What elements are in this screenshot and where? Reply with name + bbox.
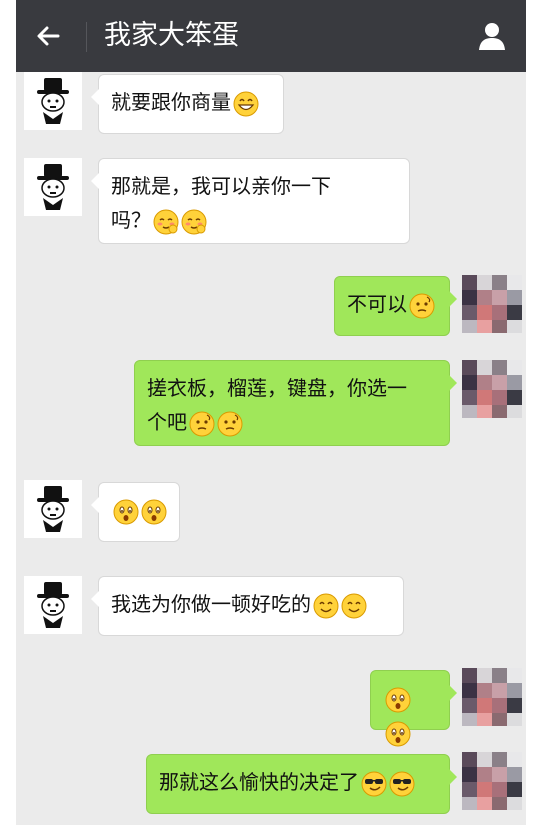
contact-avatar[interactable] [24,158,82,216]
title-divider [86,22,87,52]
message-bubble[interactable]: 不可以 [334,276,457,336]
message-bubble[interactable] [91,482,180,542]
smile-emoji-icon [313,593,339,619]
message-text: 那就这么愉快的决定了 [159,770,359,794]
shy-emoji-icon [181,209,207,235]
surprise-emoji-icon [385,687,411,713]
title-bar: 我家大笨蛋 [16,0,526,72]
message-bubble[interactable]: 我选为你做一顿好吃的 [91,576,404,636]
message-text: 吗？ [111,208,151,232]
surprise-emoji-icon [385,721,411,747]
surprise-emoji-icon [113,499,139,525]
message-text: 就要跟你商量 [111,90,231,114]
shy-emoji-icon [153,209,179,235]
message-bubble[interactable]: 那就是，我可以亲你一下 吗？ [91,158,410,244]
chat-title: 我家大笨蛋 [104,20,239,51]
surprise-emoji-icon [141,499,167,525]
message-text: 那就是，我可以亲你一下 [111,174,331,198]
message-bubble[interactable]: 搓衣板，榴莲，键盘，你选一 个吧 [134,360,457,446]
back-arrow-icon[interactable] [30,18,66,54]
smile-emoji-icon [341,593,367,619]
message-bubble[interactable]: 就要跟你商量 [91,74,284,134]
self-avatar[interactable] [462,668,522,726]
message-bubble[interactable] [370,670,457,730]
message-text: 我选为你做一顿好吃的 [111,592,311,616]
think-emoji-icon [217,411,243,437]
message-bubble[interactable]: 那就这么愉快的决定了 [146,754,457,814]
think-emoji-icon [189,411,215,437]
grin-emoji-icon [233,91,259,117]
chat-screen: 我家大笨蛋 就要跟你商量 那就是，我可以亲你一下 吗？ 不可以 搓衣板，榴莲，键… [16,0,526,825]
message-text: 搓衣板，榴莲，键盘，你选一 [147,376,407,400]
contact-avatar[interactable] [24,480,82,538]
message-text: 个吧 [147,410,187,434]
cool-emoji-icon [389,771,415,797]
think-emoji-icon [409,293,435,319]
self-avatar[interactable] [462,275,522,333]
self-avatar[interactable] [462,752,522,810]
message-text: 不可以 [347,292,407,316]
contact-avatar[interactable] [24,72,82,130]
cool-emoji-icon [361,771,387,797]
self-avatar[interactable] [462,360,522,418]
profile-icon[interactable] [476,20,508,52]
contact-avatar[interactable] [24,576,82,634]
